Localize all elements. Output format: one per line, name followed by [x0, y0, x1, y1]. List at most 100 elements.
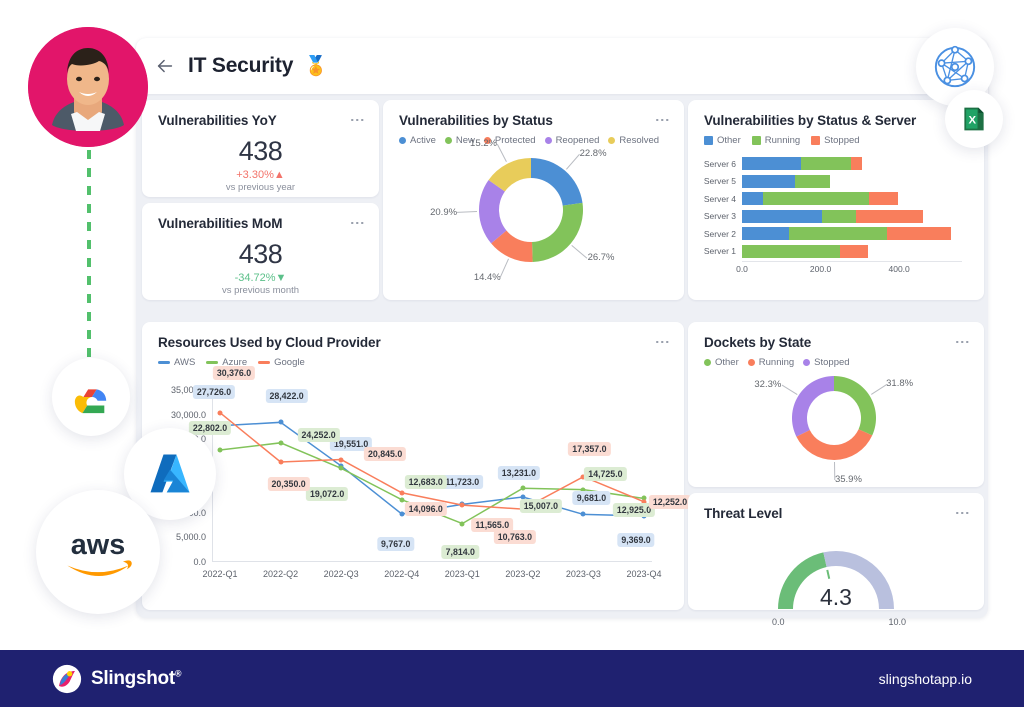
data-label-google: 30,376.0	[212, 365, 256, 380]
legend-label: Protected	[494, 135, 536, 146]
svg-text:aws: aws	[71, 529, 125, 561]
bar-segment-other[interactable]	[742, 227, 790, 240]
card-menu-button[interactable]: ⋮	[350, 113, 366, 127]
legend-item-active[interactable]: Active	[399, 135, 436, 146]
card-menu-button[interactable]: ⋮	[955, 506, 971, 520]
donut-slice-stopped[interactable]	[792, 376, 834, 437]
azure-logo-icon	[150, 454, 190, 493]
legend-swatch	[444, 137, 452, 144]
data-point-google[interactable]	[217, 410, 223, 416]
card-title: Resources Used by Cloud Provider	[158, 335, 381, 350]
data-point-google[interactable]	[459, 502, 465, 508]
legend-item-stopped[interactable]: Stopped	[803, 357, 850, 368]
card-vulnerabilities-by-status-server: Vulnerabilities by Status & Server Other…	[688, 100, 984, 300]
back-arrow-icon[interactable]	[154, 55, 176, 77]
legend-item-google[interactable]: Google	[258, 357, 305, 368]
legend-item-other[interactable]: Other	[704, 357, 739, 368]
legend-item-stopped[interactable]: Stopped	[811, 135, 860, 146]
legend-swatch	[704, 136, 713, 145]
card-header: Vulnerabilities MoM ⋮	[142, 203, 379, 231]
card-menu-button[interactable]: ⋮	[655, 113, 671, 127]
data-point-azure[interactable]	[459, 521, 465, 527]
data-point-azure[interactable]	[338, 465, 344, 471]
legend-item-aws[interactable]: AWS	[158, 357, 195, 368]
bar-segment-running[interactable]	[789, 227, 887, 240]
bar-segment-other[interactable]	[742, 174, 796, 188]
data-point-azure[interactable]	[278, 440, 284, 446]
legend-item-other[interactable]: Other	[704, 135, 741, 146]
legend-swatch	[258, 361, 271, 364]
data-label-aws: 27,726.0	[192, 384, 236, 399]
data-point-aws[interactable]	[278, 419, 284, 425]
trademark-symbol: ®	[174, 668, 182, 679]
chart-legend: Active New Protected Reopened Resolved	[383, 128, 684, 146]
bar-track	[742, 227, 962, 240]
legend-item-resolved[interactable]: Resolved	[608, 135, 659, 146]
data-point-azure[interactable]	[399, 497, 405, 503]
bar-segment-other[interactable]	[742, 192, 764, 205]
donut-slice-new[interactable]	[532, 202, 583, 262]
bar-segment-other[interactable]	[742, 157, 801, 170]
donut-slice-active[interactable]	[531, 158, 583, 206]
donut-percent-label: 15.2%	[470, 138, 497, 150]
bar-segment-running[interactable]	[742, 244, 841, 258]
bar-segment-stopped[interactable]	[855, 209, 924, 223]
legend-item-running[interactable]: Running	[751, 135, 801, 146]
donut-slice-running[interactable]	[796, 429, 873, 460]
bar-row: Server 6	[696, 156, 962, 171]
data-point-azure[interactable]	[217, 447, 223, 453]
data-point-aws[interactable]	[580, 511, 586, 517]
legend-swatch	[608, 137, 616, 144]
kpi-value: 438	[238, 136, 283, 166]
x-axis-tick: 2023-Q3	[565, 569, 601, 579]
legend-item-reopened[interactable]: Reopened	[544, 135, 599, 146]
footer-bar: Slingshot® slingshotapp.io	[0, 650, 1024, 707]
data-point-google[interactable]	[338, 457, 344, 463]
bar-segment-stopped[interactable]	[850, 157, 862, 170]
data-point-google[interactable]	[278, 459, 284, 465]
card-menu-button[interactable]: ⋮	[655, 335, 671, 349]
data-label-azure: 7,814.0	[441, 544, 479, 559]
bar-x-axis: 0.0 200.0 400.0	[736, 261, 962, 275]
svg-text:X: X	[968, 114, 976, 126]
user-avatar	[28, 27, 148, 147]
card-title: Threat Level	[704, 506, 783, 521]
data-point-aws[interactable]	[399, 511, 405, 517]
data-label-azure: 19,072.0	[306, 487, 349, 502]
bar-segment-stopped[interactable]	[869, 192, 898, 205]
bar-segment-running[interactable]	[795, 174, 830, 188]
data-label-aws: 11,723.0	[441, 475, 484, 490]
legend-label: Other	[717, 135, 741, 146]
legend-item-running[interactable]: Running	[747, 357, 794, 368]
data-point-azure[interactable]	[520, 485, 526, 491]
card-vulnerabilities-yoy: Vulnerabilities YoY ⋮ 438 +3.30%▲ vs pre…	[142, 100, 379, 197]
bar-segment-stopped[interactable]	[840, 244, 869, 258]
bar-segment-running[interactable]	[822, 209, 856, 223]
card-header: Threat Level ⋮	[688, 493, 984, 521]
legend-swatch	[399, 137, 406, 144]
donut-slice-other[interactable]	[834, 376, 876, 436]
data-label-aws: 9,369.0	[617, 532, 655, 547]
bar-segment-other[interactable]	[742, 209, 823, 223]
bar-segment-stopped[interactable]	[886, 227, 952, 240]
legend-swatch	[206, 361, 219, 364]
donut-percent-label: 22.8%	[579, 148, 607, 160]
bar-row: Server 1	[696, 244, 962, 259]
footer-url[interactable]: slingshotapp.io	[879, 671, 972, 687]
card-menu-button[interactable]: ⋮	[350, 216, 366, 230]
donut-chart-dockets: 31.8% 35.9% 32.3%	[688, 368, 984, 485]
bar-segment-running[interactable]	[800, 157, 851, 170]
legend-label: Running	[764, 135, 801, 146]
data-label-aws: 13,231.0	[497, 465, 540, 480]
data-point-google[interactable]	[399, 490, 405, 496]
kpi-subtitle: vs previous year	[225, 182, 296, 193]
bar-row: Server 2	[696, 226, 962, 241]
legend-label: Resolved	[619, 135, 660, 146]
donut-leader-line	[457, 211, 478, 214]
data-label-azure: 22,802.0	[188, 420, 232, 435]
badge-google-cloud	[52, 358, 130, 436]
card-menu-button[interactable]: ⋮	[955, 335, 971, 349]
bar-segment-running[interactable]	[763, 192, 870, 205]
gauge-value-label: 4.3	[820, 584, 852, 610]
data-label-azure: 24,252.0	[297, 427, 340, 442]
